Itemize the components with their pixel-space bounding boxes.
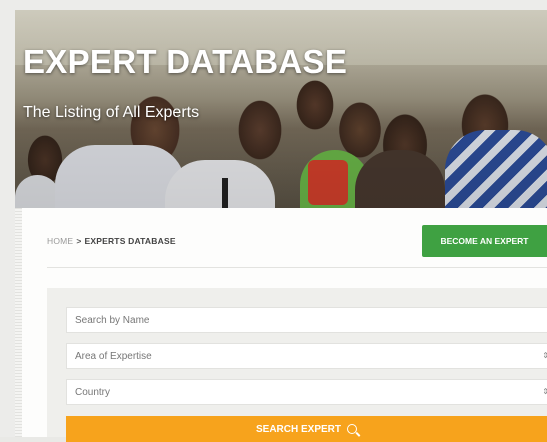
name-search-placeholder: Search by Name (75, 314, 150, 326)
country-select[interactable]: Country ⇕ (66, 379, 547, 405)
expertise-select[interactable]: Area of Expertise ⇕ (66, 343, 547, 369)
breadcrumb-separator: > (76, 236, 82, 246)
hero-banner: EXPERT DATABASE The Listing of All Exper… (15, 10, 547, 208)
search-icon (347, 424, 357, 434)
select-arrow-icon: ⇕ (542, 351, 547, 360)
page-background-top (0, 0, 547, 10)
become-expert-button[interactable]: BECOME AN EXPERT (422, 225, 547, 257)
select-arrow-icon: ⇕ (542, 387, 547, 396)
expertise-select-value: Area of Expertise (75, 350, 152, 362)
content-edge-decoration (15, 208, 22, 437)
page-title: EXPERT DATABASE (23, 43, 348, 80)
page-subtitle: The Listing of All Experts (23, 104, 200, 121)
page-background-left (0, 0, 15, 437)
breadcrumb-current: EXPERTS DATABASE (84, 236, 176, 246)
divider (47, 267, 547, 268)
name-search-input[interactable]: Search by Name (66, 307, 547, 333)
search-expert-button[interactable]: SEARCH EXPERT (66, 416, 547, 442)
breadcrumb-home-link[interactable]: HOME (47, 236, 73, 246)
breadcrumb: HOME > EXPERTS DATABASE (47, 236, 176, 246)
country-select-value: Country (75, 386, 111, 398)
search-expert-label: SEARCH EXPERT (255, 423, 341, 435)
